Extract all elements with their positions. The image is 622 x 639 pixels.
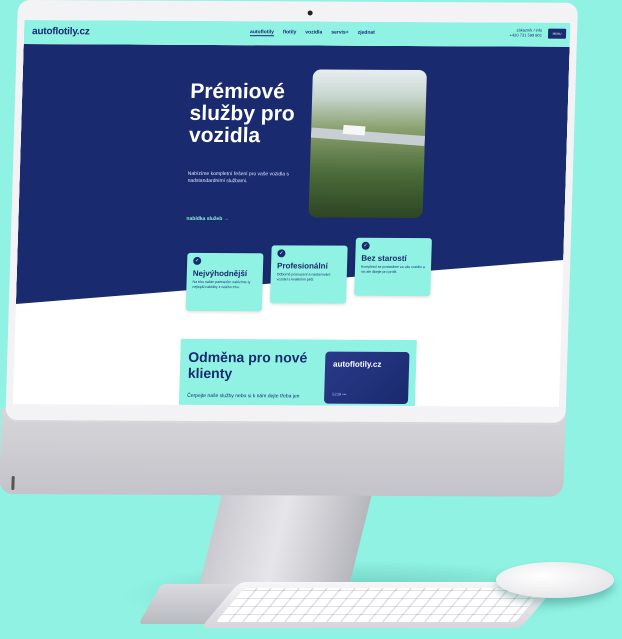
monitor-screen: autoflotily.cz autoflotily flotily vozid…: [12, 20, 571, 407]
promo-card-number: 5239 •••: [332, 391, 347, 397]
imac-monitor: autoflotily.cz autoflotily flotily vozid…: [0, 0, 583, 503]
check-icon: ✓: [277, 249, 286, 258]
feature-card[interactable]: ✓ Profesionální Odborné posouzení a nast…: [269, 245, 348, 304]
nav-item-vozidla[interactable]: vozidla: [305, 29, 322, 36]
promo-title: Odměna pro nové klienty: [187, 348, 308, 382]
feature-card-text: Kompletní se postaráme za vás vozidlo a …: [360, 264, 425, 274]
hero-text: Nabízíme kompletní řešení pro vaše vozid…: [187, 170, 290, 185]
contact-phone[interactable]: +420 731 599 801: [492, 32, 543, 37]
nav-item-flotily[interactable]: flotily: [283, 29, 297, 36]
check-icon: ✓: [193, 256, 202, 265]
feature-card[interactable]: ✓ Bez starostí Kompletní se postaráme za…: [354, 237, 432, 297]
feature-card[interactable]: ✓ Nejvýhodnější Na trhu našim partnerům …: [185, 252, 264, 312]
check-icon: ✓: [361, 241, 370, 250]
camera-icon: [307, 10, 313, 16]
menu-button[interactable]: MENU: [547, 28, 567, 39]
power-cable: [11, 476, 15, 491]
feature-cards: ✓ Nejvýhodnější Na trhu našim partnerům …: [185, 237, 432, 312]
truck-shape: [342, 124, 366, 136]
feature-card-title: Nejvýhodnější: [192, 268, 248, 279]
feature-card-text: Odborné posouzení a nastavování vozidel …: [276, 272, 331, 282]
feature-card-title: Profesionální: [276, 261, 328, 271]
monitor-bezel: autoflotily.cz autoflotily flotily vozid…: [5, 0, 578, 423]
bridge-shape: [310, 127, 426, 147]
feature-card-text: Na trhu našim partnerům nabízíme ty nejl…: [192, 279, 251, 289]
feature-card-title: Bez starostí: [361, 253, 407, 263]
header-contact: zákazník / info +420 731 599 801: [492, 27, 543, 37]
scene: autoflotily.cz autoflotily flotily vozid…: [0, 0, 622, 639]
site-header: autoflotily.cz autoflotily flotily vozid…: [23, 20, 571, 47]
nav-item-servis[interactable]: servis+: [331, 30, 349, 37]
hero-image: [308, 69, 427, 219]
mouse: [496, 562, 614, 598]
promo-card-image: autoflotily.cz 5239 •••: [323, 351, 410, 405]
site-logo[interactable]: autoflotily.cz: [32, 26, 90, 37]
nav-item-autoflotily[interactable]: autoflotily: [249, 29, 275, 37]
hero-title: Prémiové služby pro vozidla: [188, 79, 295, 148]
keyboard-keys: [215, 588, 545, 622]
site-nav: autoflotily flotily vozidla servis+ zjed…: [249, 29, 375, 37]
promo-card-logo: autoflotily.cz: [332, 359, 382, 369]
promo-section: Odměna pro nové klienty Čerpejte naše sl…: [178, 338, 417, 407]
hero-link[interactable]: nabídka služeb →: [186, 216, 228, 222]
promo-text: Čerpejte naše služby nebo si k nám dejte…: [187, 392, 300, 400]
nav-item-zjednat[interactable]: zjednat: [358, 30, 375, 37]
